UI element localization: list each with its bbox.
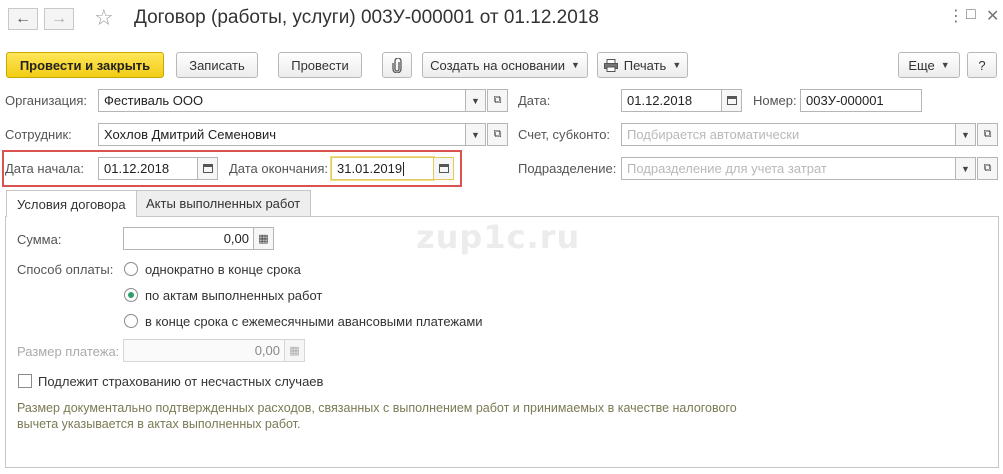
payment-option-once-label[interactable]: однократно в конце срока <box>145 262 301 277</box>
open-icon[interactable]: ⧉ <box>977 157 998 180</box>
account-label: Счет, субконто: <box>518 127 611 142</box>
amount-label: Сумма: <box>17 232 62 247</box>
open-icon[interactable]: ⧉ <box>487 89 508 112</box>
forward-button[interactable]: → <box>44 8 74 30</box>
watermark: zup1c.ru <box>416 218 581 256</box>
info-note: Размер документально подтвержденных расх… <box>17 401 737 431</box>
date-field[interactable]: 01.12.2018 <box>621 89 722 112</box>
open-icon[interactable]: ⧉ <box>487 123 508 146</box>
calendar-icon[interactable] <box>721 89 742 112</box>
payment-size-label: Размер платежа: <box>17 344 120 359</box>
page-title: Договор (работы, услуги) 003У-000001 от … <box>134 7 599 28</box>
payment-option-acts-radio[interactable] <box>124 288 138 302</box>
print-button[interactable]: Печать ▼ <box>597 52 688 78</box>
back-button[interactable]: ← <box>8 8 38 30</box>
end-date-label: Дата окончания: <box>229 161 328 176</box>
insurance-label[interactable]: Подлежит страхованию от несчастных случа… <box>38 374 323 389</box>
payment-method-label: Способ оплаты: <box>17 262 114 277</box>
amount-field[interactable]: 0,00 <box>123 227 254 250</box>
chevron-down-icon: ▼ <box>672 60 682 70</box>
start-date-field[interactable]: 01.12.2018 <box>98 157 198 180</box>
create-based-on-button[interactable]: Создать на основании ▼ <box>422 52 588 78</box>
organization-field[interactable]: Фестиваль ООО <box>98 89 466 112</box>
arrow-left-icon: ← <box>15 10 31 27</box>
chevron-down-icon[interactable]: ▼ <box>955 123 976 146</box>
payment-option-once-radio[interactable] <box>124 262 138 276</box>
star-icon[interactable]: ☆ <box>94 5 114 31</box>
department-label: Подразделение: <box>518 161 617 176</box>
organization-label: Организация: <box>5 93 88 108</box>
calculator-icon[interactable]: ▦ <box>253 227 274 250</box>
save-button[interactable]: Записать <box>176 52 258 78</box>
arrow-right-icon: → <box>51 10 67 27</box>
number-label: Номер: <box>753 93 797 108</box>
department-field[interactable]: Подразделение для учета затрат <box>621 157 956 180</box>
restore-icon[interactable]: □ <box>966 6 976 24</box>
more-button[interactable]: Еще ▼ <box>898 52 960 78</box>
payment-option-monthly-label[interactable]: в конце срока с ежемесячными авансовыми … <box>145 314 483 329</box>
more-label: Еще <box>908 57 935 73</box>
insurance-checkbox[interactable] <box>18 374 32 388</box>
payment-option-monthly-radio[interactable] <box>124 314 138 328</box>
employee-field[interactable]: Хохлов Дмитрий Семенович <box>98 123 466 146</box>
printer-icon <box>603 58 618 72</box>
calendar-icon[interactable] <box>433 157 454 180</box>
date-label: Дата: <box>518 93 551 108</box>
chevron-down-icon[interactable]: ▼ <box>465 89 486 112</box>
end-date-field[interactable]: 31.01.2019 <box>331 157 434 180</box>
chevron-down-icon[interactable]: ▼ <box>465 123 486 146</box>
print-label: Печать <box>623 57 667 73</box>
more-vertical-icon[interactable]: ⋮ <box>948 6 964 26</box>
calculator-icon: ▦ <box>284 339 305 362</box>
end-date-value: 31.01.2019 <box>337 161 403 176</box>
chevron-down-icon[interactable]: ▼ <box>955 157 976 180</box>
post-and-close-button[interactable]: Провести и закрыть <box>6 52 164 78</box>
payment-size-field: 0,00 <box>123 339 285 362</box>
chevron-down-icon: ▼ <box>940 60 950 70</box>
paperclip-icon <box>392 57 402 73</box>
chevron-down-icon: ▼ <box>570 60 580 70</box>
employee-label: Сотрудник: <box>5 127 72 142</box>
tab-contract-terms[interactable]: Условия договора <box>6 190 137 217</box>
number-field[interactable]: 003У-000001 <box>800 89 922 112</box>
payment-option-acts-label[interactable]: по актам выполненных работ <box>145 288 322 303</box>
help-button[interactable]: ? <box>967 52 997 78</box>
start-date-label: Дата начала: <box>5 161 84 176</box>
open-icon[interactable]: ⧉ <box>977 123 998 146</box>
account-field[interactable]: Подбирается автоматически <box>621 123 956 146</box>
calendar-icon[interactable] <box>197 157 218 180</box>
close-icon[interactable]: ✕ <box>986 6 999 26</box>
post-button[interactable]: Провести <box>278 52 362 78</box>
tab-work-acts[interactable]: Акты выполненных работ <box>135 190 312 216</box>
create-based-on-label: Создать на основании <box>430 57 565 73</box>
attach-button[interactable] <box>382 52 412 78</box>
